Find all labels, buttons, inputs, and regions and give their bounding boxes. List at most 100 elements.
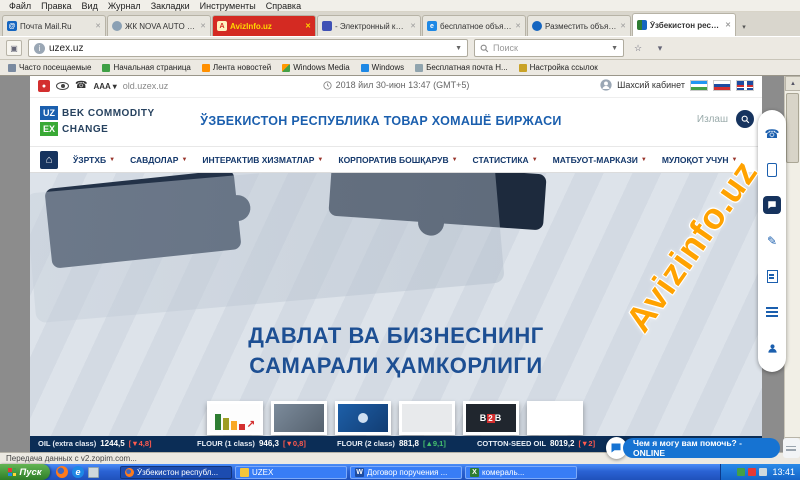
user-widget-icon[interactable] (763, 339, 781, 357)
menu-help[interactable]: Справка (261, 1, 306, 11)
search-engine-dropdown-icon[interactable]: ▼ (611, 45, 618, 52)
tab-close-icon[interactable]: ✕ (410, 22, 416, 30)
thumbnail-light[interactable] (399, 401, 455, 435)
search-placeholder: Поиск (493, 43, 518, 53)
page-utility-bar: 2018 йил 30-июн 13:47 (GMT+5) ● ☎ AAA ▾ … (30, 76, 762, 98)
font-size-selector[interactable]: AAA ▾ (93, 82, 116, 91)
bookmark-free-mail[interactable]: Бесплатная почта Н... (415, 63, 508, 72)
chat-widget-icon[interactable] (763, 196, 781, 215)
old-site-link[interactable]: old.uzex.uz (123, 81, 169, 91)
nav-item-uzrtxb[interactable]: ЎЗРТХБ ▼ (73, 155, 115, 165)
nav-label: СТАТИСТИКА (472, 154, 529, 165)
taskbar-window-commercial-doc[interactable]: X комераль... (465, 465, 577, 479)
site-search-placeholder[interactable]: Излаш (697, 114, 728, 125)
start-button[interactable]: Пуск (0, 464, 50, 480)
thumbnail-green-ring[interactable] (527, 401, 583, 435)
downloads-icon[interactable]: ▾ (652, 40, 668, 56)
phone-widget-icon[interactable]: ☎ (763, 125, 781, 143)
site-search-button[interactable] (736, 110, 754, 128)
tab-mailru[interactable]: @ Почта Mail.Ru ✕ (2, 15, 106, 36)
bookmark-home-page[interactable]: Начальная страница (102, 63, 191, 72)
bookmark-links-setup[interactable]: Настройка ссылок (518, 63, 598, 72)
menu-edit[interactable]: Правка (36, 1, 76, 11)
tab-avizinfo[interactable]: A AvizInfo.uz ✕ (212, 15, 316, 36)
firefox-quicklaunch-icon[interactable] (56, 466, 68, 478)
tab-close-icon[interactable]: ✕ (95, 22, 101, 30)
language-badge-icon[interactable]: ● (38, 80, 50, 92)
menu-view[interactable]: Вид (77, 1, 103, 11)
nav-item-statistics[interactable]: СТАТИСТИКА ▼ (473, 155, 538, 165)
menu-bookmarks[interactable]: Закладки (146, 1, 195, 11)
page-action-icon[interactable]: ▣ (6, 40, 22, 56)
tab-close-icon[interactable]: ✕ (305, 22, 311, 30)
ticker-value: 946,3 (258, 439, 279, 448)
thumbnail-slate[interactable] (271, 401, 327, 435)
menu-tools[interactable]: Инструменты (195, 1, 261, 11)
eye-icon[interactable] (56, 82, 69, 90)
tab-nova-auto[interactable]: ЖК NOVA AUTO PAR... ✕ (107, 15, 211, 36)
bookmark-label: Windows (371, 63, 405, 72)
folder-icon (518, 63, 527, 72)
nav-item-contacts[interactable]: МУЛОҚОТ УЧУН ▼ (662, 155, 738, 165)
tab-close-icon[interactable]: ✕ (515, 22, 521, 30)
bookmark-windows-media[interactable]: Windows Media (282, 63, 350, 72)
nav-item-press-center[interactable]: МАТБУОТ-МАРКАЗИ ▼ (553, 155, 647, 165)
nav-item-savdolar[interactable]: САВДОЛАР ▼ (130, 155, 187, 165)
personal-cabinet-link[interactable]: Шахсий кабинет (617, 80, 685, 90)
tab-list-dropdown-icon[interactable]: ▾ (737, 18, 751, 36)
chat-prompt-text: Чем я могу вам помочь? - ONLINE (622, 438, 780, 458)
tray-volume-icon[interactable] (759, 468, 768, 476)
list-widget-icon[interactable] (763, 303, 781, 321)
thumbnail-b2b[interactable]: B2B (463, 401, 519, 435)
scroll-up-icon[interactable]: ▲ (785, 76, 800, 91)
site-info-icon[interactable]: i (34, 42, 45, 54)
menu-history[interactable]: Журнал (103, 1, 146, 11)
tray-alert-icon[interactable] (748, 468, 757, 476)
tab-close-icon[interactable]: ✕ (620, 22, 626, 30)
status-text: Передача данных с v2.zopim.com... (6, 454, 137, 463)
show-desktop-icon[interactable] (88, 466, 99, 478)
bookmark-most-visited[interactable]: Часто посещаемые (8, 63, 91, 72)
russian-flag-icon[interactable] (713, 79, 731, 91)
uzbek-flag-icon[interactable] (690, 79, 708, 91)
vertical-scrollbar[interactable]: ▲ ▼ (784, 76, 800, 452)
document-widget-icon[interactable] (763, 268, 781, 286)
thumbnail-chart[interactable]: ↗ (207, 401, 263, 435)
tab-label: - Электронный ката... (335, 21, 408, 31)
nav-item-corporate-governance[interactable]: КОРПОРАТИВ БОШҚАРУВ ▼ (338, 155, 457, 165)
tab-e-catalog[interactable]: - Электронный ката... ✕ (317, 15, 421, 36)
bookmark-label: Бесплатная почта Н... (426, 63, 508, 72)
tab-close-icon[interactable]: ✕ (725, 21, 731, 29)
bookmark-star-icon[interactable]: ☆ (630, 40, 646, 56)
bookmark-windows[interactable]: Windows (360, 63, 405, 72)
url-dropdown-icon[interactable]: ▼ (455, 45, 462, 52)
tab-close-icon[interactable]: ✕ (200, 22, 206, 30)
taskbar-window-uzex-folder[interactable]: UZEX (235, 465, 347, 479)
tab-free-ads[interactable]: e бесплатное объявл... ✕ (422, 15, 526, 36)
url-input[interactable]: i uzex.uz ▼ (28, 39, 468, 57)
logo-uz-box: UZ (40, 106, 58, 120)
scrollbar-thumb[interactable] (786, 93, 799, 163)
search-icon (480, 44, 489, 52)
edit-widget-icon[interactable]: ✎ (763, 232, 781, 250)
tab-place-ad[interactable]: Разместить объявл... ✕ (527, 15, 631, 36)
tray-shield-icon[interactable] (737, 468, 746, 476)
window-label: Ўзбекистон республ... (137, 467, 219, 477)
taskbar-window-contract-doc[interactable]: W Договор поручения ... (350, 465, 462, 479)
taskbar-window-uzex-site[interactable]: Ўзбекистон республ... (120, 465, 232, 479)
windows-logo-icon (8, 468, 17, 476)
menu-file[interactable]: Файл (4, 1, 36, 11)
tab-uzex-active[interactable]: Ўзбекистон республ... ✕ (632, 13, 736, 36)
chat-menu-grip-icon[interactable] (782, 438, 800, 458)
search-input[interactable]: Поиск ▼ (474, 39, 624, 57)
english-flag-icon[interactable] (736, 79, 754, 91)
nav-home-button[interactable]: ⌂ (40, 150, 58, 169)
ie-quicklaunch-icon[interactable]: e (72, 466, 84, 478)
thumbnail-blue[interactable] (335, 401, 391, 435)
bookmark-news-feed[interactable]: Лента новостей (201, 63, 271, 72)
search-icon (741, 115, 749, 123)
phone-icon[interactable]: ☎ (75, 81, 87, 91)
nav-item-interactive-services[interactable]: ИНТЕРАКТИВ ХИЗМАТЛАР ▼ (202, 155, 323, 165)
tablet-widget-icon[interactable] (763, 161, 781, 179)
chat-widget[interactable]: Чем я могу вам помочь? - ONLINE (606, 437, 800, 459)
